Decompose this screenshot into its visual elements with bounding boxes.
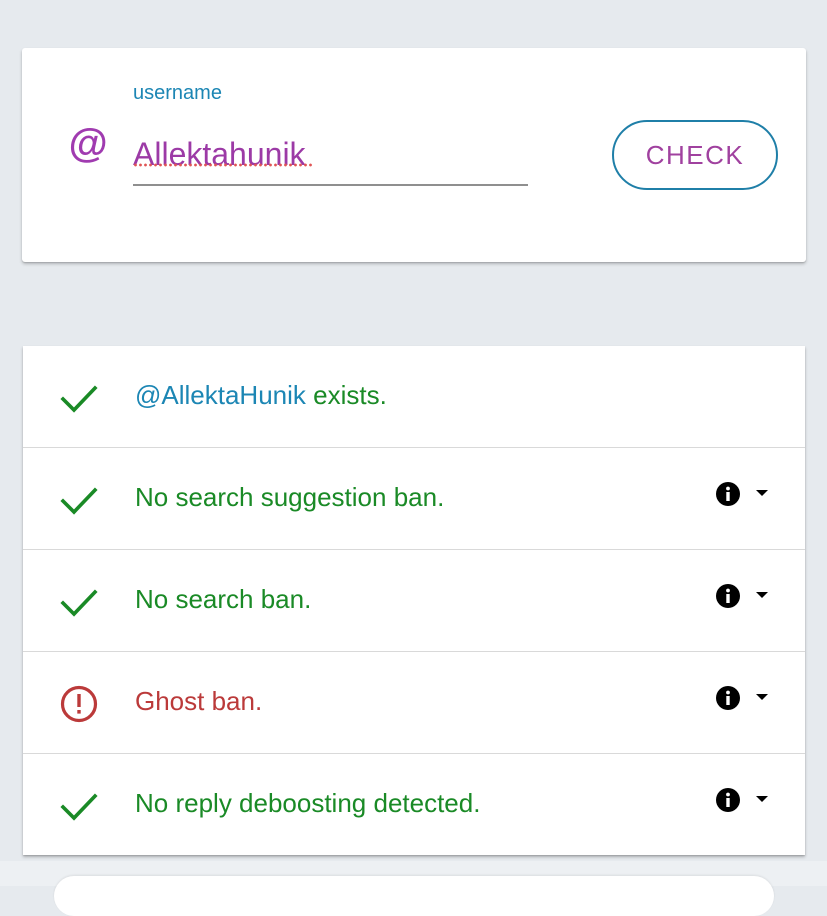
result-row-ghost-ban: Ghost ban.: [23, 652, 805, 754]
result-text-search-suggestion-ban: No search suggestion ban.: [135, 482, 445, 512]
spellcheck-underline: [133, 163, 313, 167]
checkmark-icon: [60, 793, 98, 821]
info-icon[interactable]: [715, 583, 741, 609]
chevron-down-icon[interactable]: [755, 795, 769, 803]
check-button[interactable]: CHECK: [612, 120, 778, 190]
result-row-search-ban: No search ban.: [23, 550, 805, 652]
checkmark-icon: [60, 487, 98, 515]
username-field-label: username: [133, 82, 222, 104]
chevron-down-icon[interactable]: [755, 693, 769, 701]
result-row-exists: @AllektaHunik exists.: [23, 346, 805, 448]
username-input[interactable]: [133, 124, 528, 186]
chevron-down-icon[interactable]: [755, 489, 769, 497]
exclamation-circle-icon: [60, 685, 98, 723]
result-text-search-ban: No search ban.: [135, 584, 312, 614]
info-icon[interactable]: [715, 787, 741, 813]
user-handle-link[interactable]: @AllektaHunik: [135, 380, 306, 410]
result-text-reply-deboosting: No reply deboosting detected.: [135, 788, 481, 818]
checkmark-icon: [60, 589, 98, 617]
checkmark-icon: [60, 385, 98, 413]
info-icon[interactable]: [715, 685, 741, 711]
bottom-card: [54, 876, 774, 916]
at-icon: @: [68, 122, 108, 166]
username-search-card: @ username CHECK: [22, 48, 806, 262]
info-icon[interactable]: [715, 481, 741, 507]
result-text-exists: @AllektaHunik exists.: [135, 380, 387, 410]
result-text-ghost-ban: Ghost ban.: [135, 686, 263, 716]
chevron-down-icon[interactable]: [755, 591, 769, 599]
exists-label: exists.: [305, 380, 387, 410]
result-row-search-suggestion-ban: No search suggestion ban.: [23, 448, 805, 550]
results-list: @AllektaHunik exists. No search suggesti…: [23, 346, 805, 855]
result-row-reply-deboosting: No reply deboosting detected.: [23, 754, 805, 856]
